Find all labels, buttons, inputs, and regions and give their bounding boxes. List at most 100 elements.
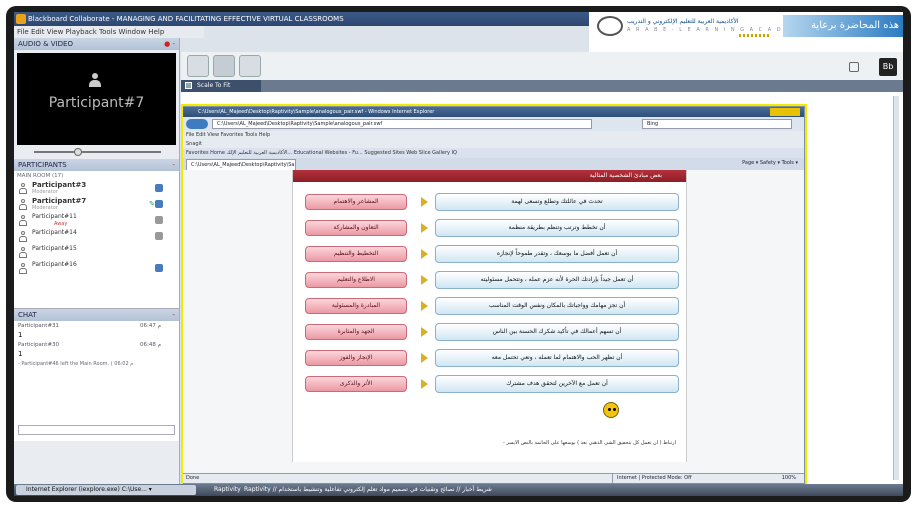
mic-icon — [155, 232, 163, 240]
ie-command-bar[interactable]: Page ▾ Safety ▾ Tools ▾ — [742, 160, 798, 166]
principle-button[interactable]: الاطلاع والتعليم — [305, 272, 407, 288]
bb-logo-button[interactable]: Bb — [879, 58, 897, 76]
mic-icon — [155, 216, 163, 224]
favorites-bar[interactable]: Favorites Home الأكاديمية العربية للتعلي… — [182, 148, 804, 158]
ie-menu-bar[interactable]: File Edit View Favorites Tools Help — [182, 131, 804, 140]
chat-message: Participant#31 06:47 م 1 — [14, 321, 179, 340]
shared-screen: C:\Users\AL_Majeed\Desktop\Raptivity\Sam… — [181, 92, 903, 486]
principle-button[interactable]: المشاعر والاهتمام — [305, 194, 407, 210]
volume-slider[interactable] — [14, 145, 179, 159]
principle-button[interactable]: الجهد والمثابرة — [305, 324, 407, 340]
principle-button[interactable]: الأثر والذكرى — [305, 376, 407, 392]
principle-button[interactable]: الإنجاز والفوز — [305, 350, 407, 366]
window-controls[interactable] — [770, 108, 800, 116]
camera-icon — [155, 264, 163, 272]
participants-controls-icon[interactable]: - — [172, 159, 175, 171]
sponsor-banner: الأكاديمية العربية للتعليم الإلكتروني و … — [589, 12, 903, 52]
volume-knob[interactable] — [74, 148, 82, 156]
participant-avatar-icon — [18, 215, 28, 227]
participant-row[interactable]: Participant#15 — [14, 245, 179, 261]
academy-logo-icon — [597, 16, 623, 36]
web-tour-button[interactable] — [239, 55, 261, 77]
activity-row: التعاون والمشاركة أن تخطط وترتب وتنظم بطر… — [293, 218, 686, 238]
chat-title: CHAT — [18, 311, 37, 319]
participant-status: Away — [54, 221, 68, 227]
activity-footnote: - ارتباط ( أن تعمل كل بتحقيق الشي الذهبي… — [502, 440, 676, 446]
statement-button[interactable]: تحدث في عائلتك وتطلع وتسعى لهمة — [435, 193, 679, 211]
scale-to-fit-toggle[interactable]: Scale To Fit — [181, 80, 261, 92]
chat-message: Participant#30 06:48 م 1 — [14, 340, 179, 359]
arrow-icon — [421, 379, 428, 389]
ie-status-bar: Done Internet | Protected Mode: Off 100% — [182, 473, 804, 483]
content-area: Bb Scale To Fit C:\Users\AL_Majeed\Deskt… — [181, 52, 903, 486]
search-box[interactable]: Bing — [642, 119, 792, 129]
arrow-icon — [421, 327, 428, 337]
participant-avatar-icon — [18, 263, 28, 275]
audio-video-header[interactable]: AUDIO & VIDEO ● - — [14, 38, 179, 50]
statement-button[interactable]: أن تعمل مع الآخرين لتحقق هدف مشترك — [435, 375, 679, 393]
statement-button[interactable]: أن تسهم أعمالك في تأكيد شكرك الحسنة بين … — [435, 323, 679, 341]
participant-name: Participant#15 — [32, 245, 77, 252]
chat-text: 1 — [18, 350, 23, 358]
snagit-toolbar[interactable]: Snagit — [182, 140, 804, 148]
chat-panel: Participant#31 06:47 م 1 Participant#30 … — [14, 321, 179, 441]
content-toolbar: Bb — [181, 52, 903, 80]
status-text: Done — [186, 475, 200, 481]
camera-icon — [155, 184, 163, 192]
principle-button[interactable]: التخطيط والتنظيم — [305, 246, 407, 262]
participant-avatar-icon — [18, 247, 28, 259]
address-bar[interactable]: C:\Users\AL_Majeed\Desktop\Raptivity\Sam… — [212, 119, 592, 129]
ie-tab[interactable]: C:\Users\AL_Majeed\Desktop\Raptivity\Sam… — [186, 159, 296, 170]
left-panel: AUDIO & VIDEO ● - Participant#7 PARTICIP… — [14, 38, 180, 484]
checkbox-icon[interactable] — [185, 82, 192, 89]
chat-header[interactable]: CHAT - — [14, 309, 179, 321]
statement-button[interactable]: أن تظهر الحب والاهتمام لما تعمله ، وتعي … — [435, 349, 679, 367]
participant-avatar-icon — [18, 231, 28, 243]
content-subheader — [261, 80, 903, 92]
participant-row[interactable]: Participant#11 Away — [14, 213, 179, 229]
arrow-icon — [421, 249, 428, 259]
camera-icon — [155, 200, 163, 208]
participant-row[interactable]: Participant#3 Moderator — [14, 181, 179, 197]
zoom-level[interactable]: 100% — [782, 474, 796, 483]
activity-row: الاطلاع والتعليم أن تعمل جيداً بإرادتك ال… — [293, 270, 686, 290]
whiteboard-button[interactable] — [187, 55, 209, 77]
news-ticker: Raptivity // شريط أخبار // نصائح وتقنيات… — [244, 486, 492, 493]
chat-system-message: - Participant#46 left the Main Room. ( 0… — [18, 361, 134, 367]
ie-title: C:\Users\AL_Majeed\Desktop\Raptivity\Sam… — [198, 109, 435, 115]
sponsor-caption: هذه المحاضرة برعاية — [783, 15, 903, 37]
participant-row[interactable]: Participant#7 Moderator ✎ — [14, 197, 179, 213]
chat-input[interactable] — [18, 425, 175, 435]
menu-bar[interactable]: File Edit View Playback Tools Window Hel… — [14, 26, 204, 38]
vertical-scrollbar[interactable] — [893, 96, 899, 480]
arrow-icon — [421, 197, 428, 207]
participant-avatar-icon — [18, 183, 28, 195]
participant-row[interactable]: Participant#16 — [14, 261, 179, 277]
statement-button[interactable]: أن تعمل أفضل ما بوسعك ، وتقدر طموحاً لإن… — [435, 245, 679, 263]
activity-row: الإنجاز والفوز أن تظهر الحب والاهتمام لما… — [293, 348, 686, 368]
principle-button[interactable]: المبادرة والمسئولية — [305, 298, 407, 314]
decorative-dots — [739, 34, 769, 37]
audio-video-title: AUDIO & VIDEO — [18, 40, 73, 48]
panel-controls-icon[interactable]: ● - — [164, 38, 175, 50]
arrow-icon — [421, 275, 428, 285]
ie-address-row: C:\Users\AL_Majeed\Desktop\Raptivity\Sam… — [182, 117, 804, 131]
chat-text: 1 — [18, 331, 23, 339]
principle-button[interactable]: التعاون والمشاركة — [305, 220, 407, 236]
security-zone: Internet | Protected Mode: Off — [612, 474, 692, 483]
participants-title: PARTICIPANTS — [18, 161, 67, 169]
ie-window: C:\Users\AL_Majeed\Desktop\Raptivity\Sam… — [181, 106, 805, 484]
statement-button[interactable]: أن تخطط وترتب وتنظم بطريقة منظمة — [435, 219, 679, 237]
chat-controls-icon[interactable]: - — [172, 309, 175, 321]
square-icon[interactable] — [849, 62, 859, 72]
statement-button[interactable]: أن تعمل جيداً بإرادتك الحرة لأنه عزم عمل… — [435, 271, 679, 289]
taskbar-item-ie[interactable]: Internet Explorer (iexplore.exe) C:\Use.… — [16, 485, 196, 495]
scale-to-fit-label: Scale To Fit — [197, 82, 231, 89]
statement-button[interactable]: أن تجز مهامك وواجباتك بالمكان ونفس الوقت… — [435, 297, 679, 315]
activity-row: المبادرة والمسئولية أن تجز مهامك وواجباتك… — [293, 296, 686, 316]
participants-header[interactable]: PARTICIPANTS - — [14, 159, 179, 171]
app-share-button[interactable] — [213, 55, 235, 77]
participant-row[interactable]: Participant#14 — [14, 229, 179, 245]
activity-row: الأثر والذكرى أن تعمل مع الآخرين لتحقق هد… — [293, 374, 686, 394]
back-forward-icon[interactable] — [186, 119, 208, 129]
